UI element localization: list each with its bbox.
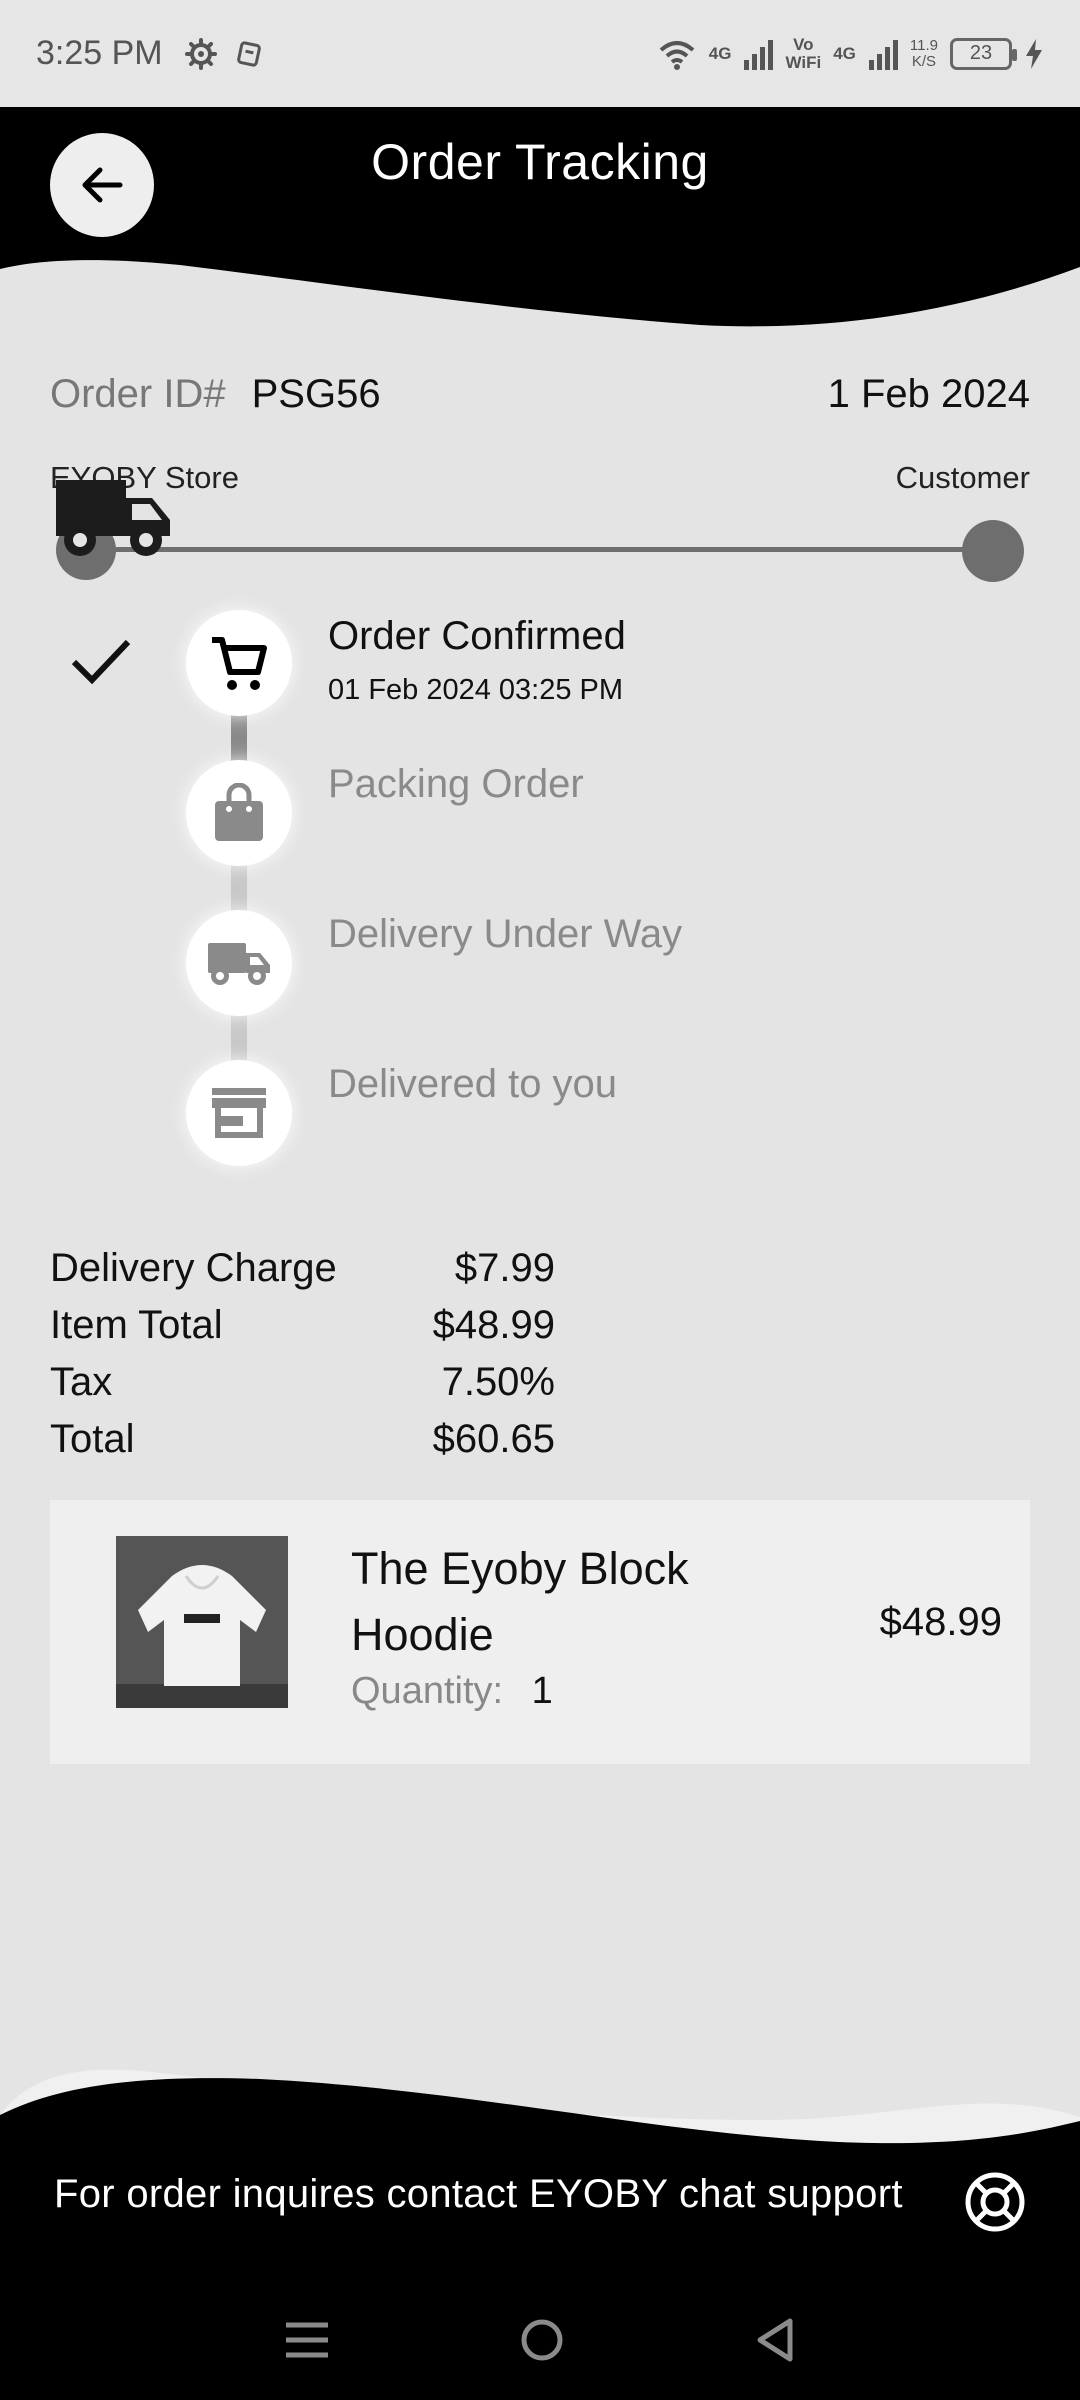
step-delivered bbox=[186, 1060, 292, 1166]
network-type-2: 4G bbox=[833, 43, 856, 63]
bag-icon bbox=[215, 783, 263, 841]
step-timestamp: 01 Feb 2024 03:25 PM bbox=[328, 674, 624, 706]
summary-label: Total bbox=[50, 1417, 135, 1461]
product-price: $48.99 bbox=[879, 1600, 1002, 1644]
step-title: Order Confirmed bbox=[328, 614, 626, 658]
step-title: Packing Order bbox=[328, 762, 584, 806]
summary-value: $60.65 bbox=[432, 1417, 555, 1461]
summary-row-item-total: Item Total $48.99 bbox=[50, 1297, 555, 1354]
charging-icon bbox=[1026, 38, 1042, 69]
menu-icon[interactable] bbox=[284, 2320, 330, 2360]
product-name: The Eyoby Block Hoodie bbox=[351, 1543, 689, 1660]
order-id: PSG56 bbox=[251, 372, 381, 416]
store-icon bbox=[212, 1088, 266, 1138]
order-summary: Delivery Charge $7.99 Item Total $48.99 … bbox=[50, 1240, 555, 1468]
hoodie-image bbox=[116, 1536, 288, 1708]
step-title: Delivery Under Way bbox=[328, 912, 683, 956]
step-connector bbox=[231, 1012, 247, 1062]
summary-label: Tax bbox=[50, 1360, 113, 1404]
network-speed: 11.9 K/S bbox=[909, 36, 938, 70]
notification-app-icon bbox=[236, 40, 261, 67]
step-order-confirmed bbox=[186, 610, 292, 716]
summary-value: 7.50% bbox=[441, 1360, 555, 1404]
route-progress-line bbox=[86, 547, 992, 552]
status-right-icons: 4G Vo WiFi 4G 11.9 K/S 23 bbox=[657, 34, 1044, 72]
step-connector bbox=[231, 862, 247, 912]
route-to-label: Customer bbox=[895, 460, 1030, 495]
battery-level: 23 bbox=[969, 42, 993, 64]
step-packing-order bbox=[186, 760, 292, 866]
cart-icon bbox=[212, 637, 267, 690]
product-image bbox=[116, 1536, 288, 1708]
summary-label: Delivery Charge bbox=[50, 1246, 337, 1290]
summary-row-delivery: Delivery Charge $7.99 bbox=[50, 1240, 555, 1297]
signal-icon bbox=[744, 39, 774, 70]
summary-value: $48.99 bbox=[432, 1303, 555, 1347]
route-labels: EYOBY Store Customer bbox=[50, 460, 1030, 496]
vowifi-top: Vo bbox=[793, 34, 814, 54]
speed-value: 11.9 bbox=[909, 36, 938, 54]
status-bar: 3:25 PM 4G Vo WiFi 4G 11.9 K/S 23 bbox=[0, 0, 1080, 107]
status-left-icons bbox=[184, 37, 263, 70]
footer: For order inquires contact EYOBY chat su… bbox=[0, 2065, 1080, 2280]
delivery-truck-icon bbox=[56, 480, 170, 556]
summary-value: $7.99 bbox=[454, 1246, 555, 1290]
back-nav-icon[interactable] bbox=[754, 2317, 796, 2363]
summary-row-tax: Tax 7.50% bbox=[50, 1354, 555, 1411]
checkmark-icon bbox=[71, 639, 131, 685]
system-nav-bar bbox=[0, 2280, 1080, 2400]
lifebuoy-icon[interactable] bbox=[964, 2171, 1026, 2233]
step-title: Delivered to you bbox=[328, 1062, 618, 1106]
order-id-label: Order ID# bbox=[50, 372, 226, 416]
truck-icon bbox=[208, 943, 270, 985]
route-end-dot bbox=[962, 520, 1024, 582]
order-info-row: Order ID# PSG56 1 Feb 2024 bbox=[50, 372, 1030, 417]
product-card[interactable]: The Eyoby Block Hoodie Quantity: 1 $48.9… bbox=[50, 1500, 1030, 1764]
status-time: 3:25 PM bbox=[36, 34, 163, 72]
signal-icon-2 bbox=[868, 39, 898, 70]
step-connector bbox=[231, 712, 247, 762]
vowifi-indicator: Vo WiFi bbox=[785, 34, 822, 72]
page-title: Order Tracking bbox=[371, 134, 709, 190]
settings-icon bbox=[184, 37, 217, 70]
summary-row-total: Total $60.65 bbox=[50, 1411, 555, 1468]
speed-unit: K/S bbox=[911, 52, 937, 70]
quantity-value: 1 bbox=[531, 1670, 553, 1712]
header: Order Tracking bbox=[0, 107, 1080, 332]
wifi-icon bbox=[659, 40, 695, 70]
home-icon[interactable] bbox=[519, 2317, 565, 2363]
network-type-1: 4G bbox=[708, 43, 732, 63]
vowifi-bottom: WiFi bbox=[785, 52, 822, 72]
step-delivery-under-way bbox=[186, 910, 292, 1016]
support-text: For order inquires contact EYOBY chat su… bbox=[54, 2172, 903, 2216]
quantity-label: Quantity: bbox=[351, 1670, 504, 1712]
summary-label: Item Total bbox=[50, 1303, 223, 1347]
product-quantity: Quantity: 1 bbox=[351, 1670, 553, 1713]
battery-indicator: 23 bbox=[950, 37, 1017, 70]
order-date: 1 Feb 2024 bbox=[827, 372, 1030, 416]
